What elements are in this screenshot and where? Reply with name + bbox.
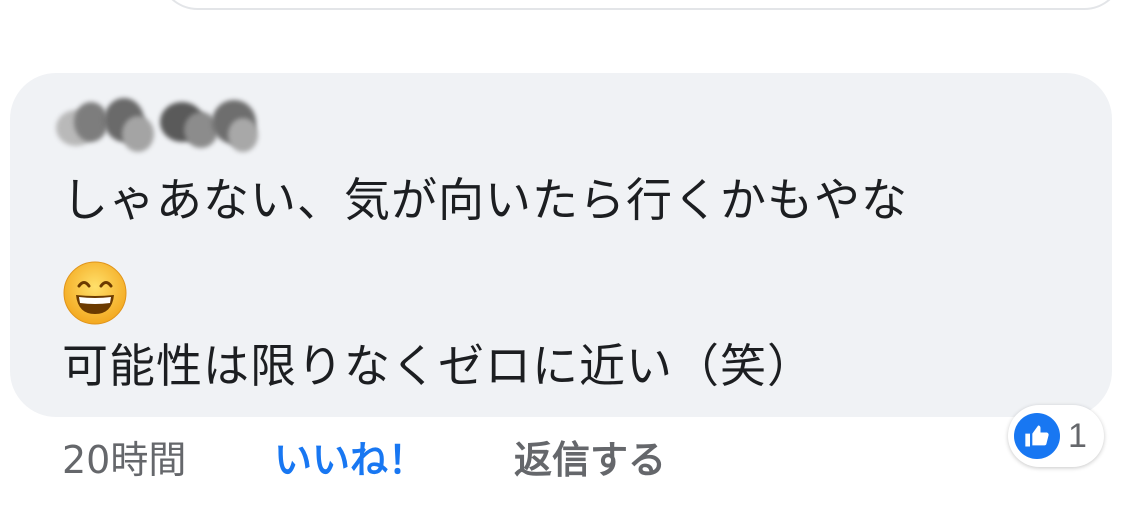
comment-input-field[interactable] bbox=[158, 0, 1124, 10]
comment-author-name-blurred[interactable] bbox=[56, 96, 260, 160]
like-button[interactable]: いいね！ bbox=[274, 432, 426, 488]
comment-screen: しゃあない、気が向いたら行くかもやな 可能性は限りなくゼロに近い（笑） 1 20… bbox=[0, 0, 1125, 519]
reply-button[interactable]: 返信する bbox=[514, 432, 666, 488]
comment-body-line-1: しゃあない、気が向いたら行くかもやな bbox=[62, 173, 908, 227]
comment-body-line-2: 可能性は限りなくゼロに近い（笑） bbox=[62, 339, 814, 393]
grinning-face-emoji-icon bbox=[63, 261, 127, 325]
reaction-badge[interactable]: 1 bbox=[1008, 405, 1104, 467]
comment-timestamp[interactable]: 20時間 bbox=[62, 432, 186, 488]
reaction-count: 1 bbox=[1068, 416, 1087, 455]
thumbs-up-icon bbox=[1014, 413, 1060, 459]
